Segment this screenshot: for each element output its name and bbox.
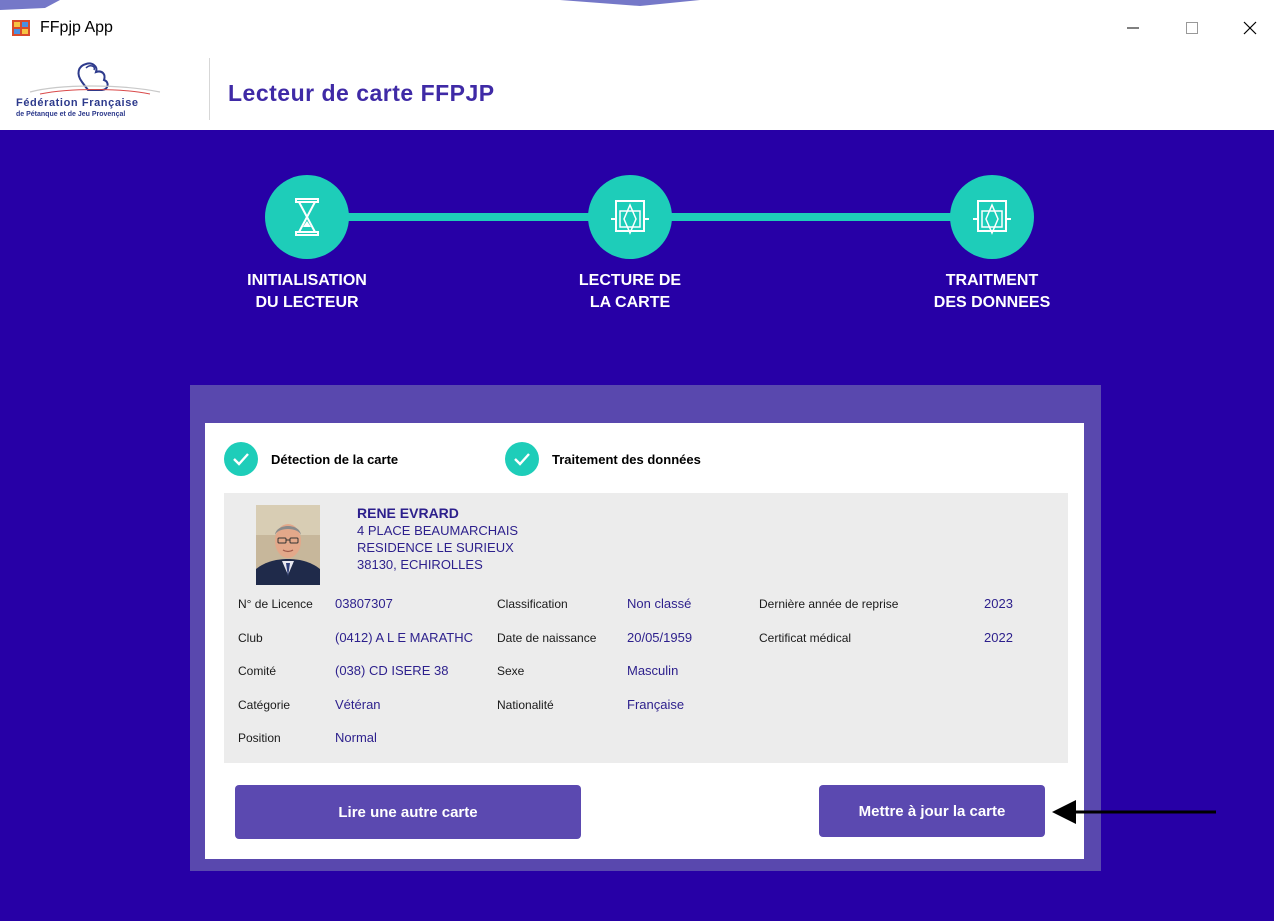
classification-value: Non classé <box>627 596 692 611</box>
naissance-value: 20/05/1959 <box>627 630 693 645</box>
hourglass-icon <box>295 198 319 236</box>
minimize-button[interactable] <box>1113 14 1153 42</box>
svg-text:de Pétanque et de Jeu Provença: de Pétanque et de Jeu Provençal <box>16 111 125 118</box>
nationalite-value: Française <box>627 697 685 712</box>
classification-label: Classification <box>497 597 568 611</box>
svg-text:Fédération Française: Fédération Française <box>16 97 139 109</box>
player-info-panel: RENE EVRARD 4 PLACE BEAUMARCHAIS RESIDEN… <box>224 493 1068 763</box>
certificat-label: Certificat médical <box>759 631 852 645</box>
categorie-value: Vétéran <box>335 697 381 712</box>
app-icon <box>12 20 30 36</box>
address-line-2: RESIDENCE LE SURIEUX <box>357 540 514 555</box>
categorie-label: Catégorie <box>238 698 291 712</box>
position-label: Position <box>238 731 281 745</box>
maximize-icon <box>1186 22 1198 34</box>
reprise-label: Dernière année de reprise <box>759 597 899 611</box>
licence-label: N° de Licence <box>238 597 313 611</box>
player-name: RENE EVRARD <box>357 505 459 521</box>
step-traitement <box>950 175 1034 259</box>
card-panel: Détection de la carte Traitement des don… <box>205 423 1084 859</box>
step-lecture <box>588 175 672 259</box>
player-photo <box>256 505 320 585</box>
address-line-3: 38130, ECHIROLLES <box>357 557 483 572</box>
reprise-value: 2023 <box>984 596 1013 611</box>
arrow-pointer-icon <box>1052 800 1216 824</box>
club-label: Club <box>238 631 263 645</box>
step-label-initialisation: INITIALISATION DU LECTEUR <box>247 272 367 311</box>
minimize-icon <box>1127 27 1139 29</box>
card-reader-icon <box>973 200 1011 235</box>
processing-check-icon <box>505 442 539 476</box>
rooster-logo-icon: Fédération Française de Pétanque et de J… <box>16 62 161 118</box>
certificat-value: 2022 <box>984 630 1013 645</box>
read-another-card-button[interactable]: Lire une autre carte <box>235 785 581 839</box>
window-title: FFpjp App <box>40 19 113 36</box>
licence-value: 03807307 <box>335 596 393 611</box>
close-icon <box>1243 21 1257 35</box>
update-card-button[interactable]: Mettre à jour la carte <box>819 785 1045 837</box>
detection-check-icon <box>224 442 258 476</box>
close-button[interactable] <box>1230 14 1270 42</box>
position-value: Normal <box>335 730 377 745</box>
processing-label: Traitement des données <box>552 452 701 467</box>
sexe-label: Sexe <box>497 664 525 678</box>
card-frame: Détection de la carte Traitement des don… <box>190 385 1101 871</box>
ffpjp-logo: Fédération Française de Pétanque et de J… <box>10 54 180 124</box>
step-initialisation <box>265 175 349 259</box>
sexe-value: Masculin <box>627 663 679 678</box>
comite-value: (038) CD ISERE 38 <box>335 663 449 678</box>
top-decorative-strip <box>0 0 1274 10</box>
header-divider <box>209 58 210 120</box>
nationalite-label: Nationalité <box>497 698 554 712</box>
title-bar: FFpjp App <box>0 10 1274 46</box>
step-label-lecture: LECTURE DE LA CARTE <box>578 272 682 311</box>
app-header: Fédération Française de Pétanque et de J… <box>0 46 1274 130</box>
step-label-traitement: TRAITMENT DES DONNEES <box>933 272 1051 311</box>
detection-label: Détection de la carte <box>271 452 399 467</box>
address-line-1: 4 PLACE BEAUMARCHAIS <box>357 523 519 538</box>
club-value: (0412) A L E MARATHC <box>335 630 473 645</box>
maximize-button[interactable] <box>1172 14 1212 42</box>
card-reader-icon <box>611 200 649 235</box>
page-title: Lecteur de carte FFPJP <box>228 80 495 106</box>
naissance-label: Date de naissance <box>497 631 597 645</box>
comite-label: Comité <box>238 664 277 678</box>
